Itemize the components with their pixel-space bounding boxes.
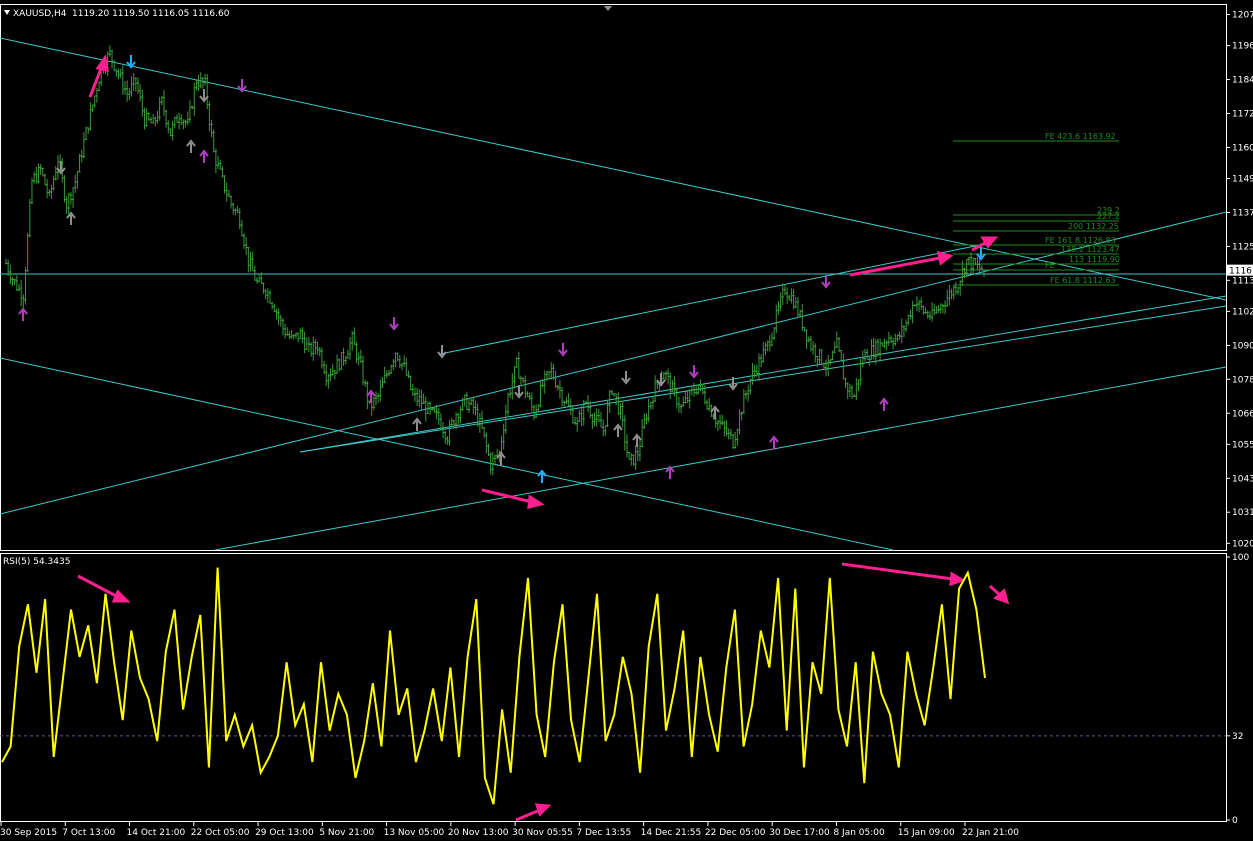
price-axis-label: 1102 [1232, 307, 1253, 317]
fibo-label-100: FE [1045, 261, 1055, 270]
ohlc-label: 1119.20 1119.50 1116.05 1116.60 [72, 9, 230, 19]
rsi-axis-label: 0 [1232, 816, 1238, 826]
fibo-label-4236: FE 423.6 1163.92 [1045, 132, 1116, 141]
price-pane-title: XAUUSD,H4 1119.20 1119.50 1116.05 1116.6… [4, 9, 230, 19]
time-axis-label: 22 Oct 05:00 [191, 828, 250, 838]
time-axis-label: 20 Nov 13:00 [448, 828, 509, 838]
time-axis-label: 7 Dec 13:55 [576, 828, 631, 838]
price-axis-label: 1137 [1232, 208, 1253, 218]
rsi-title: RSI(5) 54.3435 [3, 557, 70, 567]
svg-text:1116: 1116 [1229, 267, 1252, 277]
fibo-label-618: FE 61.8 1112.63 [1050, 276, 1116, 285]
time-axis-label: 29 Oct 13:00 [255, 828, 314, 838]
time-axis-label: 15 Jan 09:00 [898, 828, 955, 838]
price-axis-label: 1207 [1232, 10, 1253, 20]
price-axis-label: 1196 [1232, 42, 1253, 52]
fibo-label-1618: FE 161.8 1126.83 [1045, 236, 1116, 245]
price-axis-label: 1113 [1232, 276, 1253, 286]
price-axis-label: 1149 [1232, 175, 1253, 185]
price-axis-label: 1160 [1232, 143, 1253, 153]
time-axis-label: 5 Nov 21:00 [319, 828, 374, 838]
fibo-label-200: 200 1132.25 [1068, 222, 1119, 231]
price-axis-label: 1043 [1232, 474, 1253, 484]
time-axis-label: 22 Dec 05:00 [705, 828, 766, 838]
fibo-label-2272: 227.2 [1097, 212, 1120, 221]
time-axis-label: 30 Nov 05:55 [512, 828, 573, 838]
fibo-label-113: 113 1119.90 [1069, 255, 1120, 264]
time-axis-label: 30 Dec 17:00 [769, 828, 830, 838]
current-price-tag: 1116 [1227, 264, 1253, 277]
time-axis-label: 14 Oct 21:00 [127, 828, 186, 838]
chart-canvas[interactable]: XAUUSD,H4 1119.20 1119.50 1116.05 1116.6… [0, 0, 1253, 841]
price-axis-label: 1090 [1232, 341, 1253, 351]
price-axis-label: 1125 [1232, 242, 1253, 252]
time-axis-label: 14 Dec 21:55 [641, 828, 702, 838]
fibo-label-1382: 138.2 1123.47 [1061, 245, 1120, 254]
price-axis-label: 1055 [1232, 440, 1253, 450]
time-axis-label: 30 Sep 2015 [0, 828, 57, 838]
price-axis-label: 1172 [1232, 109, 1253, 119]
time-axis-label: 22 Jan 21:00 [962, 828, 1019, 838]
time-axis-label: 7 Oct 13:00 [62, 828, 115, 838]
background [0, 0, 1253, 841]
price-axis-label: 1184 [1232, 76, 1253, 86]
time-axis-label: 13 Nov 05:00 [384, 828, 445, 838]
symbol-label: XAUUSD,H4 [13, 9, 67, 19]
price-axis-label: 1078 [1232, 375, 1253, 385]
price-axis-label: 1066 [1232, 409, 1253, 419]
price-axis-label: 1020 [1232, 539, 1253, 549]
rsi-axis-label: 32 [1232, 732, 1243, 742]
chart-window[interactable]: XAUUSD,H4 1119.20 1119.50 1116.05 1116.6… [0, 0, 1253, 841]
rsi-axis-label: 100 [1232, 553, 1249, 563]
time-axis-label: 8 Jan 05:00 [833, 828, 885, 838]
price-axis-label: 1031 [1232, 508, 1253, 518]
